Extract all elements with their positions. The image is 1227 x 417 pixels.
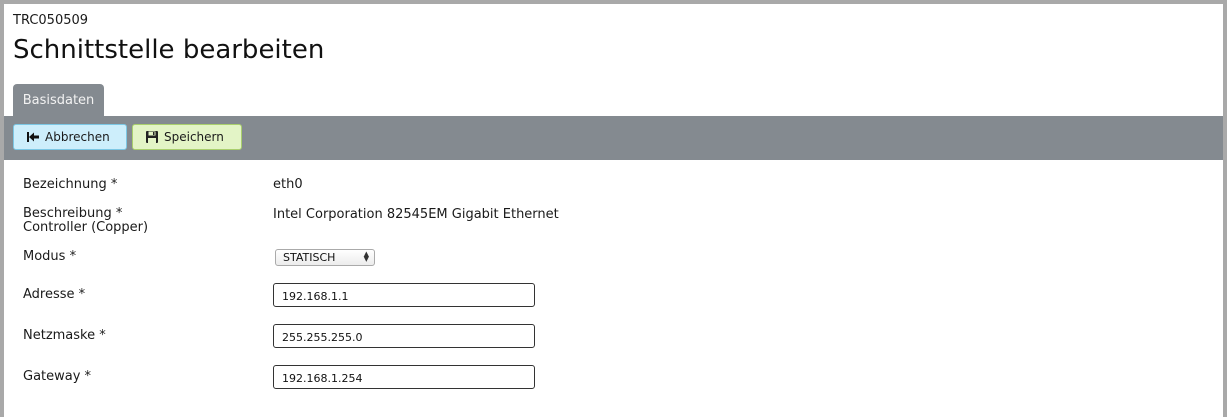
mode-label: Modus * (23, 249, 77, 264)
netmask-input[interactable] (273, 324, 535, 348)
floppy-disk-icon (145, 130, 159, 144)
name-label: Bezeichnung * (23, 177, 118, 192)
mode-select-value: STATISCH (283, 251, 336, 264)
netmask-label: Netzmaske * (23, 328, 106, 343)
toolbar: Abbrechen Speichern (4, 116, 1223, 160)
mode-select[interactable]: STATISCH ▲ ▼ (275, 249, 375, 266)
select-arrows-icon: ▲ ▼ (363, 250, 369, 263)
page-frame: TRC050509 Schnittstelle bearbeiten Basis… (4, 4, 1223, 417)
cancel-button-label: Abbrechen (45, 130, 110, 144)
system-id: TRC050509 (13, 13, 89, 28)
description-label: Beschreibung * Controller (Copper) (23, 207, 148, 235)
save-button[interactable]: Speichern (132, 124, 242, 150)
description-label-line2: Controller (Copper) (23, 220, 149, 235)
address-input[interactable] (273, 283, 535, 307)
description-label-line1: Beschreibung * (23, 206, 123, 221)
description-value: Intel Corporation 82545EM Gigabit Ethern… (273, 207, 559, 222)
cancel-button[interactable]: Abbrechen (13, 124, 127, 150)
address-label: Adresse * (23, 287, 86, 302)
save-button-label: Speichern (164, 130, 224, 144)
back-to-start-icon (26, 130, 40, 144)
tab-basisdaten[interactable]: Basisdaten (13, 84, 104, 116)
gateway-input[interactable] (273, 365, 535, 389)
name-value: eth0 (273, 177, 303, 192)
page-title: Schnittstelle bearbeiten (13, 35, 325, 65)
gateway-label: Gateway * (23, 369, 92, 384)
